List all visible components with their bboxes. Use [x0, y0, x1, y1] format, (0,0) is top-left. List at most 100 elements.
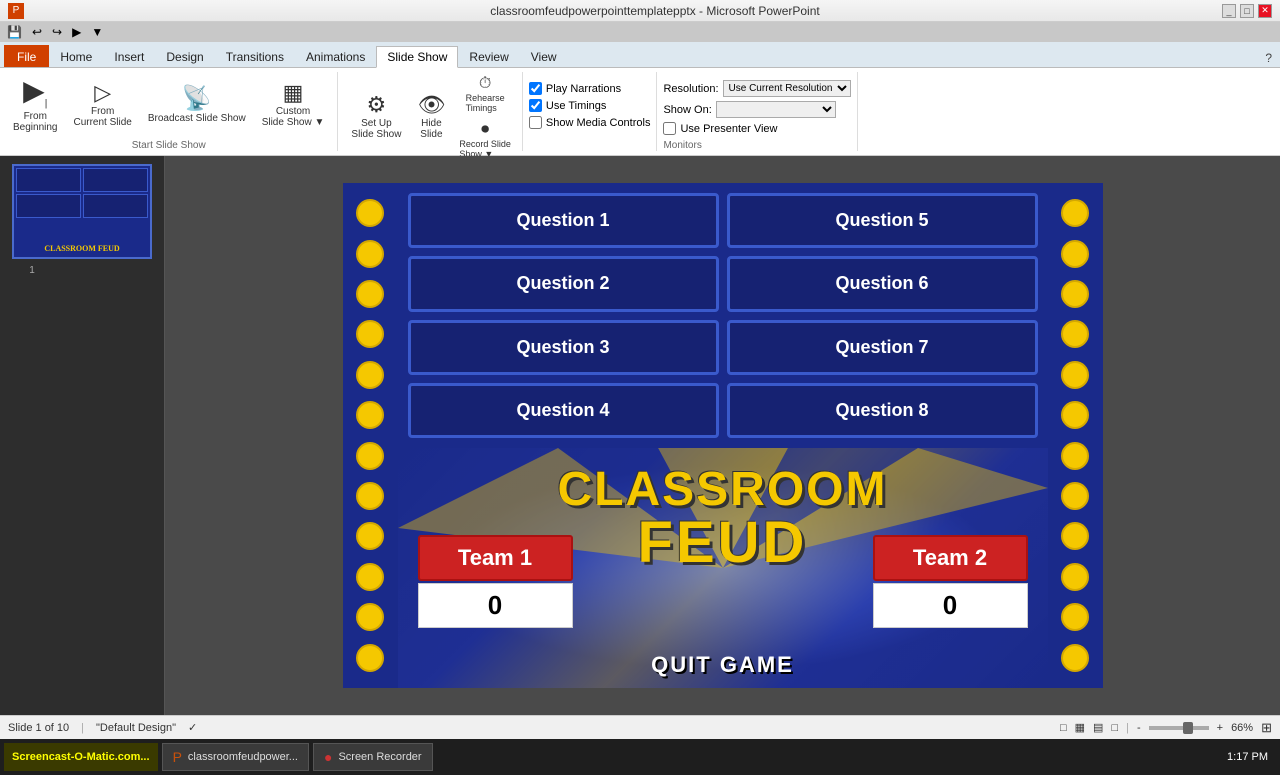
team1-btn[interactable]: Team 1 [418, 535, 573, 581]
quick-access-toolbar: 💾 ↩ ↪ ▶ ▼ [0, 22, 1280, 42]
screen-recorder-taskbar-item[interactable]: ● Screen Recorder [313, 743, 433, 771]
rehearse-label: RehearseTimings [466, 93, 505, 113]
from-beginning-label: FromBeginning [13, 111, 57, 133]
tab-home[interactable]: Home [49, 45, 103, 67]
from-current-label: FromCurrent Slide [73, 106, 131, 128]
ribbon-tabs: File Home Insert Design Transitions Anim… [0, 42, 1280, 68]
resolution-select[interactable]: Use Current Resolution [723, 80, 851, 97]
classroom-text: CLASSROOM [558, 466, 888, 514]
rehearse-icon: ⏱ [479, 75, 491, 93]
classroom-feud-title: CLASSROOM FEUD [558, 466, 888, 572]
setup-slideshow-btn[interactable]: ⚙ Set UpSlide Show [344, 91, 408, 143]
resolution-row: Resolution: Use Current Resolution [663, 80, 850, 97]
view-reading-btn[interactable]: ▤ [1093, 721, 1103, 734]
rehearse-timings-btn[interactable]: ⏱ RehearseTimings [454, 72, 516, 116]
broadcast-slideshow-btn[interactable]: 📡 Broadcast Slide Show [141, 84, 253, 127]
hide-slide-btn[interactable]: 👁 HideSlide [410, 91, 452, 143]
play-narrations-checkbox[interactable]: Play Narrations [529, 82, 621, 95]
status-bar-left: Slide 1 of 10 | "Default Design" ✓ [8, 721, 197, 734]
question-1-btn[interactable]: Question 1 [408, 193, 719, 248]
screencast-brand[interactable]: Screencast-O-Matic.com... [4, 743, 158, 771]
tab-transitions[interactable]: Transitions [215, 45, 295, 67]
dot-left-2 [356, 240, 384, 268]
maximize-btn[interactable]: □ [1240, 4, 1254, 18]
fit-slide-btn[interactable]: ⊞ [1261, 720, 1272, 736]
team1-score: 0 [418, 583, 573, 628]
tab-file[interactable]: File [4, 45, 49, 67]
tab-view[interactable]: View [520, 45, 568, 67]
view-normal-btn[interactable]: □ [1060, 722, 1067, 734]
dot-left-11 [356, 603, 384, 631]
thumbnail-label: CLASSROOM FEUD [44, 244, 119, 253]
use-timings-checkbox[interactable]: Use Timings [529, 99, 607, 112]
question-2-btn[interactable]: Question 2 [408, 256, 719, 311]
zoom-slider[interactable] [1149, 726, 1209, 730]
spell-check-icon[interactable]: ✓ [188, 721, 197, 734]
save-quick-btn[interactable]: 💾 [4, 24, 25, 40]
dot-right-12 [1061, 644, 1089, 672]
dots-right [1048, 183, 1103, 688]
status-bar-right: □ ▦ ▤ □ | - + 66% ⊞ [1060, 720, 1272, 736]
minimize-btn[interactable]: _ [1222, 4, 1236, 18]
question-6-btn[interactable]: Question 6 [727, 256, 1038, 311]
start-slideshow-group-label: Start Slide Show [132, 140, 206, 151]
powerpoint-taskbar-item[interactable]: P classroomfeudpower... [162, 743, 309, 771]
zoom-out-btn[interactable]: - [1137, 722, 1141, 734]
dot-right-8 [1061, 482, 1089, 510]
view-slide-sorter-btn[interactable]: ▦ [1075, 721, 1085, 734]
dot-right-3 [1061, 280, 1089, 308]
redo-quick-btn[interactable]: ↪ [49, 24, 65, 40]
view-slideshow-btn[interactable]: □ [1111, 722, 1118, 734]
from-beginning-icon: ▶| [23, 77, 47, 110]
show-on-label: Show On: [663, 104, 711, 116]
dot-right-5 [1061, 361, 1089, 389]
setup-icon: ⚙ [367, 94, 387, 116]
undo-quick-btn[interactable]: ↩ [29, 24, 45, 40]
custom-slideshow-btn[interactable]: ▦ CustomSlide Show ▼ [255, 79, 332, 131]
team2-score: 0 [873, 583, 1028, 628]
question-3-btn[interactable]: Question 3 [408, 320, 719, 375]
start-slide-quick-btn[interactable]: ▶ [69, 24, 84, 40]
close-btn[interactable]: ✕ [1258, 4, 1272, 18]
show-media-controls-checkbox[interactable]: Show Media Controls [529, 116, 651, 129]
dot-left-10 [356, 563, 384, 591]
tab-animations[interactable]: Animations [295, 45, 376, 67]
tab-insert[interactable]: Insert [103, 45, 155, 67]
broadcast-label: Broadcast Slide Show [148, 113, 246, 124]
from-beginning-btn[interactable]: ▶| FromBeginning [6, 74, 64, 137]
dot-right-4 [1061, 320, 1089, 348]
slide-info: Slide 1 of 10 [8, 722, 69, 734]
team2-btn[interactable]: Team 2 [873, 535, 1028, 581]
dropdown-quick-btn[interactable]: ▼ [88, 24, 106, 40]
question-4-btn[interactable]: Question 4 [408, 383, 719, 438]
zoom-in-btn[interactable]: + [1217, 722, 1223, 734]
ribbon-group-setup: ⚙ Set UpSlide Show 👁 HideSlide ⏱ Rehears… [338, 72, 523, 151]
title-bar-controls: _ □ ✕ [1222, 4, 1272, 18]
question-8-btn[interactable]: Question 8 [727, 383, 1038, 438]
taskbar: Screencast-O-Matic.com... P classroomfeu… [0, 739, 1280, 775]
broadcast-icon: 📡 [182, 87, 212, 111]
separator-2: | [1126, 722, 1129, 734]
ribbon-group-monitors: Resolution: Use Current Resolution Show … [657, 72, 857, 151]
presenter-view-checkbox[interactable]: Use Presenter View [663, 122, 777, 135]
show-on-select[interactable] [716, 101, 836, 118]
tab-design[interactable]: Design [155, 45, 214, 67]
ribbon-content: ▶| FromBeginning ▷ FromCurrent Slide 📡 B… [0, 68, 1280, 156]
custom-label: CustomSlide Show ▼ [262, 106, 325, 128]
from-current-slide-btn[interactable]: ▷ FromCurrent Slide [66, 79, 138, 131]
dot-left-5 [356, 361, 384, 389]
tab-slideshow[interactable]: Slide Show [376, 46, 458, 68]
dot-left-4 [356, 320, 384, 348]
tab-review[interactable]: Review [458, 45, 519, 67]
taskbar-time: 1:17 PM [1227, 751, 1276, 763]
help-icon[interactable]: ? [1257, 49, 1280, 67]
question-7-btn[interactable]: Question 7 [727, 320, 1038, 375]
slide-thumbnail[interactable]: CLASSROOM FEUD [12, 164, 152, 259]
question-5-btn[interactable]: Question 5 [727, 193, 1038, 248]
from-current-icon: ▷ [94, 82, 111, 104]
dot-left-12 [356, 644, 384, 672]
hide-slide-label: HideSlide [420, 118, 442, 140]
slide-panel: CLASSROOM FEUD 1 [0, 156, 165, 715]
quit-game-btn[interactable]: QUIT GAME [651, 652, 794, 678]
dot-right-1 [1061, 199, 1089, 227]
